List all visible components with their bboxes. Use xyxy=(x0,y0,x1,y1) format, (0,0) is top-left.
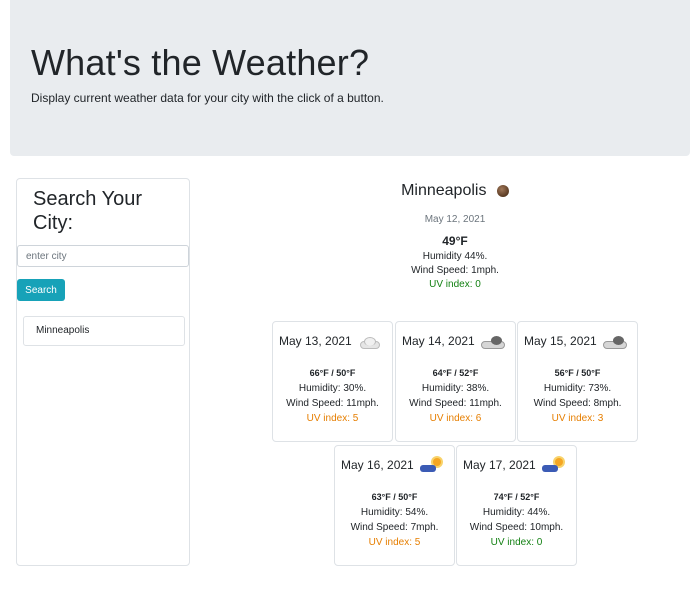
cloud-icon xyxy=(358,336,380,349)
current-uv: UV index: 0 xyxy=(429,279,481,290)
forecast-card: May 13, 2021 66°F / 50°F Humidity: 30%. … xyxy=(272,321,393,442)
rain-cloud-icon xyxy=(602,335,627,349)
forecast-humidity: Humidity: 73%. xyxy=(543,383,612,394)
sun-icon xyxy=(496,185,509,197)
storm-icon xyxy=(419,458,442,474)
history-item-minneapolis[interactable]: Minneapolis xyxy=(23,316,185,346)
current-city-name: Minneapolis xyxy=(401,182,487,199)
page-subtitle: Display current weather data for your ci… xyxy=(31,91,384,105)
forecast-uv: UV index: 0 xyxy=(490,537,543,548)
rain-cloud-icon xyxy=(480,335,505,349)
forecast-temp: 56°F / 50°F xyxy=(554,368,601,378)
search-panel: Search Your City: Search Minneapolis xyxy=(16,178,190,566)
forecast-wind: Wind Speed: 8mph. xyxy=(533,398,622,409)
forecast-wind: Wind Speed: 11mph. xyxy=(286,398,379,409)
forecast-temp: 74°F / 52°F xyxy=(493,492,540,502)
forecast-card: May 14, 2021 64°F / 52°F Humidity: 38%. … xyxy=(395,321,516,442)
current-humidity: Humidity 44%. xyxy=(422,251,488,262)
forecast-uv: UV index: 6 xyxy=(429,413,482,424)
current-wind: Wind Speed: 1mph. xyxy=(411,265,499,276)
forecast-humidity: Humidity: 54%. xyxy=(360,507,429,518)
forecast-uv: UV index: 3 xyxy=(551,413,604,424)
forecast-temp: 64°F / 52°F xyxy=(432,368,479,378)
page-title: What's the Weather? xyxy=(31,42,370,83)
forecast-date: May 17, 2021 xyxy=(463,458,536,473)
forecast-card: May 16, 2021 63°F / 50°F Humidity: 54%. … xyxy=(334,445,455,566)
forecast-uv: UV index: 5 xyxy=(306,413,359,424)
current-weather: Minneapolis May 12, 2021 49°F Humidity 4… xyxy=(272,178,638,290)
search-heading: Search Your City: xyxy=(33,188,142,234)
forecast-humidity: Humidity: 30%. xyxy=(298,383,367,394)
forecast-wind: Wind Speed: 11mph. xyxy=(409,398,502,409)
forecast-date: May 14, 2021 xyxy=(402,334,475,348)
search-button[interactable]: Search xyxy=(17,279,65,301)
forecast-date: May 13, 2021 xyxy=(279,334,352,348)
forecast-wind: Wind Speed: 7mph. xyxy=(350,522,439,533)
header-jumbotron: What's the Weather? Display current weat… xyxy=(10,0,690,156)
current-date: May 12, 2021 xyxy=(424,214,486,225)
forecast-card: May 15, 2021 56°F / 50°F Humidity: 73%. … xyxy=(517,321,638,442)
forecast-wind: Wind Speed: 10mph. xyxy=(469,522,564,533)
forecast-date: May 15, 2021 xyxy=(524,334,597,348)
forecast-temp: 63°F / 50°F xyxy=(371,492,418,502)
forecast-humidity: Humidity: 38%. xyxy=(421,383,490,394)
storm-icon xyxy=(541,458,564,474)
forecast-temp: 66°F / 50°F xyxy=(309,368,356,378)
forecast-date: May 16, 2021 xyxy=(341,458,414,473)
city-search-input[interactable] xyxy=(17,245,189,267)
forecast-card: May 17, 2021 74°F / 52°F Humidity: 44%. … xyxy=(456,445,577,566)
current-temp: 49°F xyxy=(442,234,468,248)
forecast-humidity: Humidity: 44%. xyxy=(482,507,551,518)
forecast-uv: UV index: 5 xyxy=(368,537,421,548)
